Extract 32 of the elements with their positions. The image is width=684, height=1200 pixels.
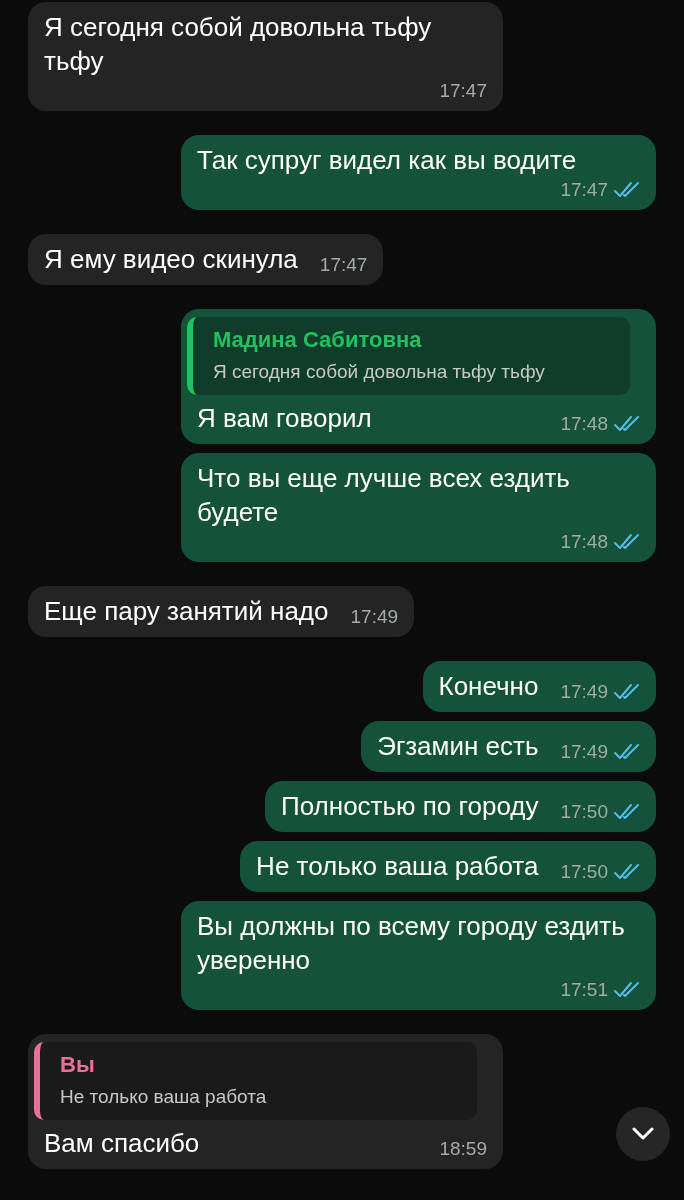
quoted-message[interactable]: Вы Не только ваша работа bbox=[34, 1042, 477, 1120]
message-time: 17:47 bbox=[560, 179, 608, 201]
message-text: Вы должны по всему городу ездить уверенно bbox=[197, 910, 626, 977]
chevron-down-icon bbox=[632, 1127, 654, 1141]
message-time: 17:47 bbox=[319, 254, 368, 276]
message-time: 17:48 bbox=[560, 531, 608, 553]
message-text: Полностью по городу bbox=[281, 790, 539, 823]
message-time: 17:49 bbox=[560, 681, 608, 703]
quote-author: Мадина Сабитовна bbox=[213, 327, 423, 353]
message-text: Что вы еще лучше всех ездить будете bbox=[197, 462, 571, 529]
message-time: 17:51 bbox=[560, 979, 608, 1001]
message-time: 17:49 bbox=[350, 606, 399, 628]
message-time: 17:50 bbox=[560, 801, 608, 823]
message-text: Еще пару занятий надо bbox=[44, 595, 329, 628]
message-text: Не только ваша работа bbox=[256, 850, 539, 883]
message-text: Так супруг видел как вы водите bbox=[197, 144, 577, 177]
scroll-down-button[interactable] bbox=[616, 1107, 670, 1161]
quote-author: Вы bbox=[60, 1052, 96, 1078]
message-text: Я вам говорил bbox=[197, 402, 372, 435]
message-time: 17:49 bbox=[560, 741, 608, 763]
message-text: Я сегодня собой довольна тьфу тьфу bbox=[44, 11, 433, 78]
message-text: Я ему видео скинула bbox=[44, 243, 298, 276]
message-time: 18:59 bbox=[439, 1138, 487, 1160]
message-text: Вам спасибо bbox=[44, 1127, 200, 1160]
message-text: Эгзамин есть bbox=[377, 730, 539, 763]
quote-text: Не только ваша работа bbox=[60, 1086, 268, 1108]
message-time: 17:48 bbox=[560, 413, 608, 435]
message-time: 17:47 bbox=[439, 80, 487, 102]
quote-text: Я сегодня собой довольна тьфу тьфу bbox=[213, 361, 546, 383]
quoted-message[interactable]: Мадина Сабитовна Я сегодня собой довольна тьфу тьфу bbox=[187, 317, 630, 395]
message-time: 17:50 bbox=[560, 861, 608, 883]
message-text: Конечно bbox=[438, 670, 539, 703]
